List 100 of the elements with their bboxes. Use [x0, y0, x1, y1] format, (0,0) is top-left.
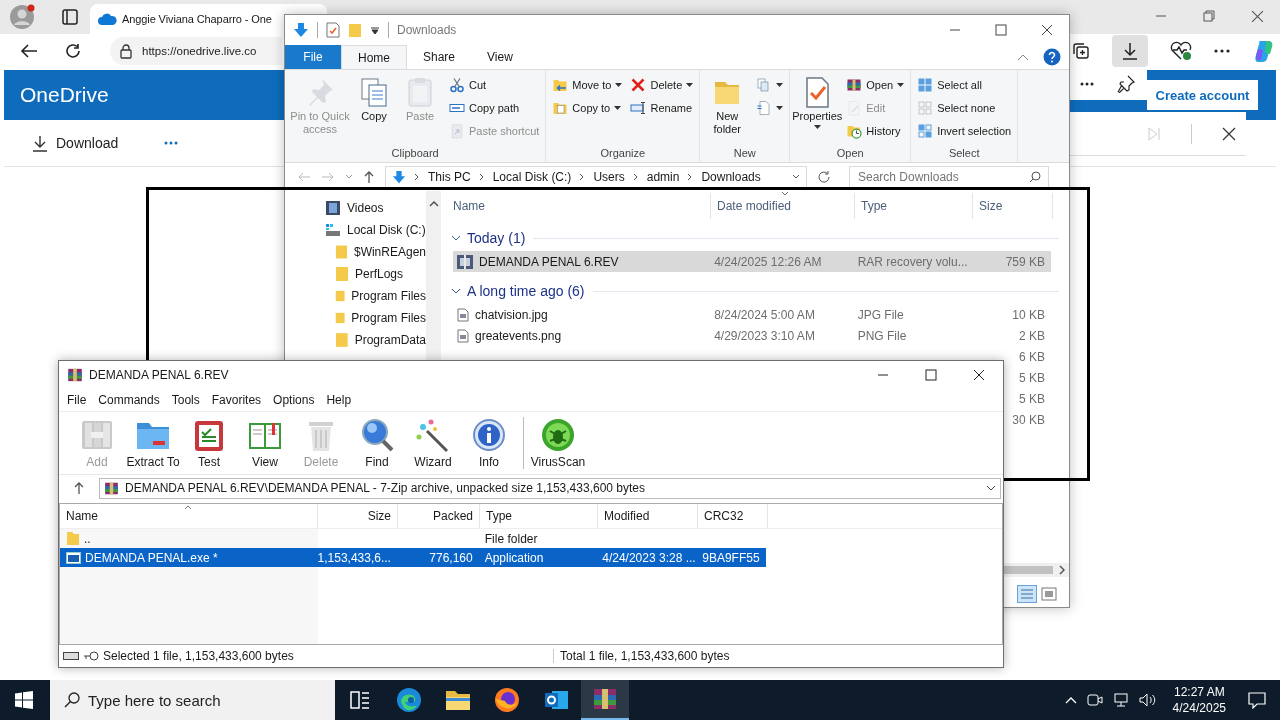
nav-item[interactable]: Program Files	[285, 307, 426, 329]
toolbar-button[interactable]: Find	[349, 417, 405, 469]
ribbon-button[interactable]: Move to	[550, 74, 625, 95]
close-icon[interactable]	[973, 369, 985, 381]
ribbon-button[interactable]: Rename	[628, 97, 696, 118]
column-header[interactable]: Type	[480, 504, 598, 528]
group-header[interactable]: Today (1)	[447, 230, 526, 246]
help-icon[interactable]	[1043, 48, 1061, 66]
thumbnail-view-icon[interactable]	[1041, 587, 1057, 601]
column-header[interactable]: Name	[60, 504, 318, 528]
more-icon[interactable]	[1214, 49, 1230, 53]
nav-item[interactable]: Program Files	[285, 285, 426, 307]
search-field[interactable]: Search Downloads	[849, 166, 1049, 188]
menu-item[interactable]: File	[61, 393, 93, 407]
more-icon[interactable]	[1079, 82, 1094, 86]
maximize-icon[interactable]	[995, 24, 1007, 36]
notification-icon[interactable]	[1248, 691, 1266, 709]
properties-icon[interactable]	[326, 22, 340, 38]
scroll-right-icon[interactable]	[1059, 565, 1065, 575]
address-bar[interactable]: https://onedrive.live.co	[110, 37, 282, 65]
network-icon[interactable]	[1112, 692, 1129, 708]
file-row[interactable]: DEMANDA PENAL 6.REV 4/24/2025 12:26 AM RAR recovery volu... 759 KB	[453, 251, 1051, 272]
nav-item[interactable]: PerfLogs	[285, 263, 426, 285]
taskbar-app[interactable]	[581, 680, 629, 720]
download-button[interactable]: Download	[32, 134, 119, 152]
column-header[interactable]: Packed	[398, 504, 480, 528]
file-row[interactable]: 5 KB	[1001, 388, 1051, 409]
path-dropdown[interactable]: DEMANDA PENAL 6.REV\DEMANDA PENAL - 7-Zip archive, unpacked size 1,153,433,600 bytes	[99, 477, 1001, 499]
menu-item[interactable]: Commands	[92, 393, 166, 407]
close-icon[interactable]	[1222, 126, 1236, 141]
volume-icon[interactable]	[1138, 692, 1157, 708]
caret-icon[interactable]	[792, 174, 800, 180]
ribbon-tab[interactable]: Home	[341, 45, 407, 69]
column-header[interactable]: Name	[447, 193, 711, 219]
menu-item[interactable]: Tools	[165, 393, 206, 407]
group-header[interactable]: A long time ago (6)	[447, 283, 585, 299]
archive-row[interactable]: .. File folder	[60, 529, 766, 548]
file-row[interactable]: chatvision.jpg 8/24/2024 5:00 AM JPG File 10 KB	[453, 304, 1051, 325]
menu-item[interactable]: Favorites	[205, 393, 268, 407]
column-header[interactable]: Modified	[598, 504, 698, 528]
restore-icon[interactable]	[1203, 10, 1215, 22]
ribbon-tab[interactable]: Share	[407, 45, 472, 69]
ribbon-button[interactable]: Select none	[915, 97, 1014, 118]
nav-item[interactable]: ProgramData	[285, 329, 426, 351]
toolbar-button[interactable]: VirusScan	[530, 417, 586, 469]
column-header[interactable]: Date modified	[711, 193, 855, 219]
toolbar-button[interactable]: Info	[461, 417, 517, 469]
scroll-up-icon[interactable]	[428, 201, 439, 207]
nav-item[interactable]: Videos	[285, 197, 426, 219]
breadcrumb[interactable]: Downloads	[701, 170, 761, 184]
breadcrumb[interactable]: This PC	[428, 170, 471, 184]
up-icon[interactable]	[363, 170, 375, 184]
ribbon-button[interactable]: Invert selection	[915, 120, 1014, 141]
ribbon-button[interactable]: Properties	[794, 74, 841, 147]
menu-item[interactable]: Options	[267, 393, 321, 407]
back-icon[interactable]	[20, 43, 38, 59]
tab-actions-icon[interactable]	[62, 9, 78, 25]
ribbon-button[interactable]: Copy path	[447, 97, 542, 118]
file-row[interactable]: 30 KB	[1001, 409, 1051, 430]
ribbon-button[interactable]: New folder	[704, 74, 751, 147]
ribbon-button[interactable]: Copy to	[550, 97, 625, 118]
archive-row[interactable]: DEMANDA PENAL.exe * 1,153,433,6... 776,160 Application 4/24/2023 3:28 ... 9BA9FF55	[60, 548, 766, 567]
pin-icon[interactable]	[1117, 75, 1136, 93]
search-field[interactable]: Type here to search	[50, 680, 335, 720]
column-header[interactable]: CRC32	[698, 504, 768, 528]
ribbon-button[interactable]: History	[844, 120, 907, 141]
toolbar-button[interactable]: Wizard	[405, 417, 461, 469]
breadcrumb[interactable]: admin	[646, 170, 680, 184]
ribbon-button[interactable]: Copy	[351, 74, 397, 147]
file-row[interactable]: 6 KB	[1001, 346, 1051, 367]
ribbon-tab[interactable]: File	[285, 45, 341, 69]
menu-item[interactable]: Help	[320, 393, 358, 407]
caret-icon[interactable]	[370, 25, 380, 35]
nav-item[interactable]: $WinREAgen	[285, 241, 426, 263]
column-header[interactable]: Type	[855, 193, 973, 219]
toolbar-button[interactable]: Extract To	[125, 417, 181, 469]
meet-icon[interactable]	[1086, 692, 1103, 708]
create-account-button[interactable]: Create account	[1147, 80, 1258, 110]
scrollbar[interactable]	[1001, 563, 1069, 577]
downloads-button[interactable]	[1112, 35, 1148, 67]
clock[interactable]: 12:27 AM 4/24/2025	[1172, 684, 1226, 716]
up-icon[interactable]	[73, 481, 85, 495]
ribbon-button[interactable]: Select all	[915, 74, 1014, 95]
breadcrumb[interactable]: Local Disk (C:)	[492, 170, 572, 184]
file-row[interactable]: 5 KB	[1001, 367, 1051, 388]
windows-icon[interactable]	[15, 691, 33, 709]
toolbar-button[interactable]: View	[237, 417, 293, 469]
ribbon-tab[interactable]: View	[471, 45, 529, 69]
refresh-icon[interactable]	[64, 42, 82, 60]
collapse-icon[interactable]	[1017, 53, 1029, 61]
heartbeat-icon[interactable]	[1170, 41, 1192, 61]
breadcrumb[interactable]: Users	[593, 170, 625, 184]
ribbon-button[interactable]: Cut	[447, 74, 542, 95]
maximize-icon[interactable]	[925, 369, 937, 381]
toolbar-button[interactable]: Test	[181, 417, 237, 469]
column-header[interactable]: Size	[318, 504, 398, 528]
column-header[interactable]: Size	[973, 193, 1053, 219]
collections-icon[interactable]	[1072, 42, 1090, 60]
close-icon[interactable]	[1041, 24, 1053, 36]
address-bar[interactable]: This PC Local Disk (C:) Users admin Downloads	[385, 166, 807, 188]
